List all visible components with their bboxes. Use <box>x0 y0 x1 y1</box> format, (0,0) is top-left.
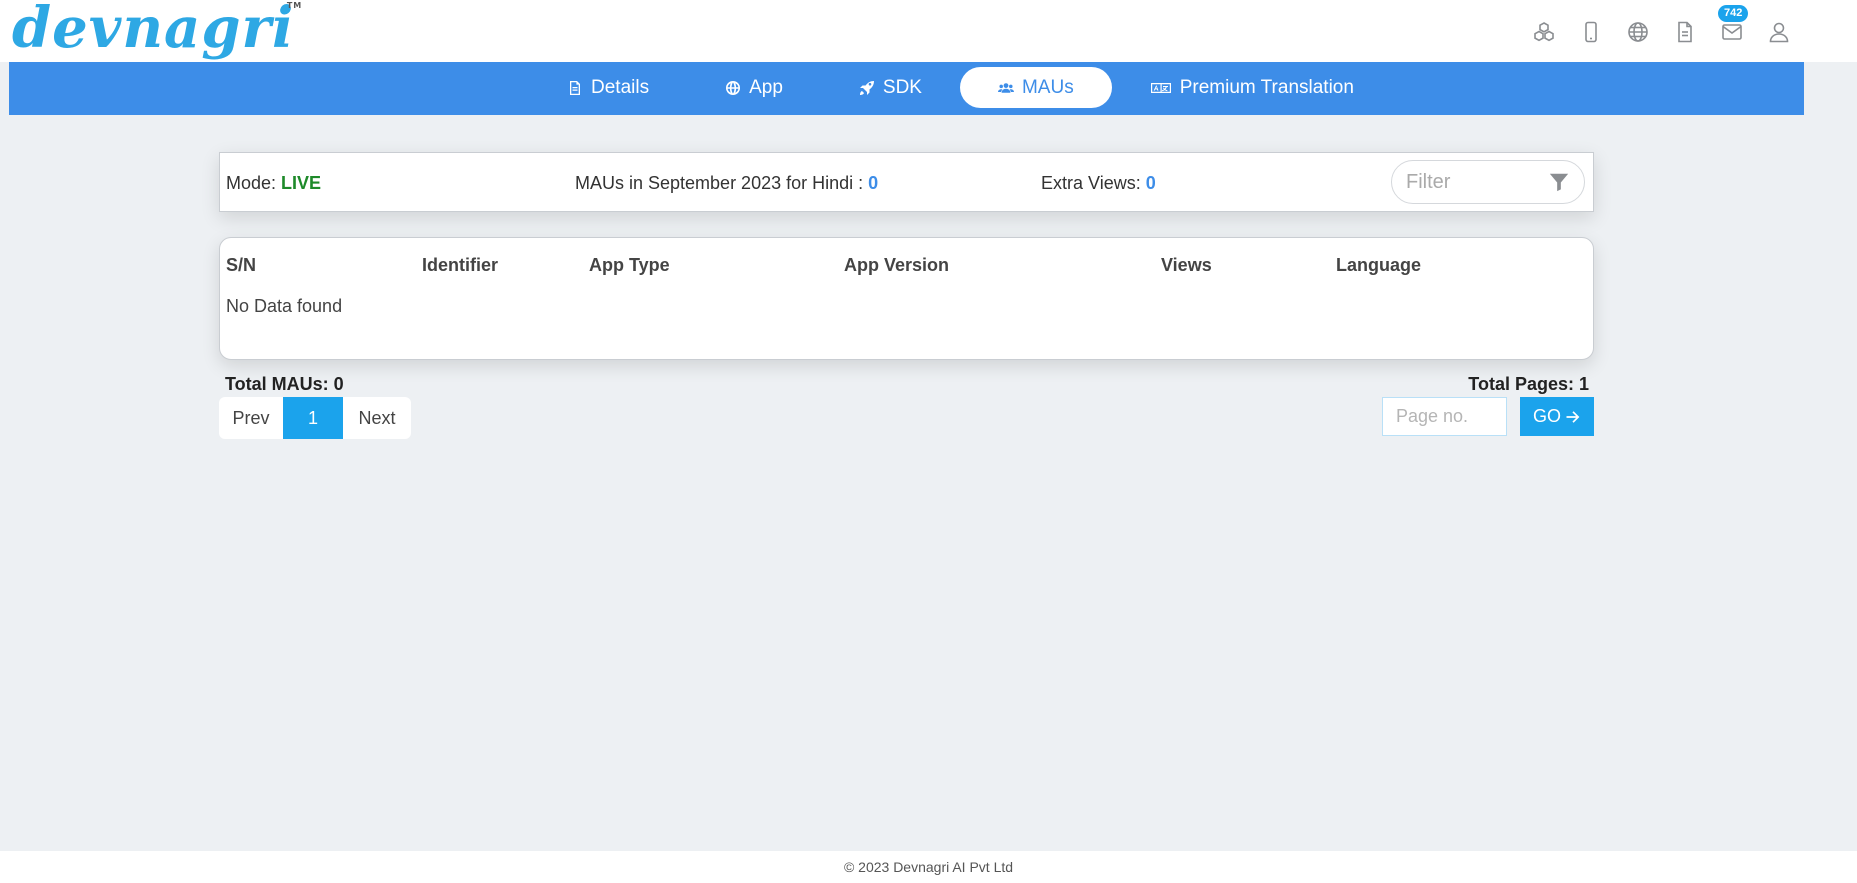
total-maus: Total MAUs: 0 <box>225 374 344 394</box>
tab-premium-translation[interactable]: Premium Translation <box>1112 67 1392 108</box>
column-header-sn[interactable]: S/N <box>226 255 256 276</box>
current-page-button[interactable]: 1 <box>283 397 343 439</box>
arrow-right-icon <box>1566 410 1580 423</box>
tab-premium-translation-label: Premium Translation <box>1179 76 1354 98</box>
maus-count: MAUs in September 2023 for Hindi : 0 <box>575 173 878 194</box>
tab-sdk-label: SDK <box>882 76 922 98</box>
nav-bar: Details App SDK MAUs Premium Translation <box>9 62 1804 115</box>
mobile-icon[interactable] <box>1577 18 1604 45</box>
logo-text: devnagri <box>12 0 295 61</box>
globe-icon[interactable] <box>1624 18 1651 45</box>
mode-value: LIVE <box>281 173 322 193</box>
next-page-button[interactable]: Next <box>343 397 411 439</box>
maus-summary-card: Mode: LIVE MAUs in September 2023 for Hi… <box>219 152 1594 212</box>
footer: © 2023 Devnagri AI Pvt Ltd <box>0 851 1857 883</box>
mode-label: Mode: <box>226 173 282 193</box>
tab-app-label: App <box>749 76 783 98</box>
maus-table: S/N Identifier App Type App Version View… <box>219 237 1594 360</box>
top-header: devnagri TM 742 <box>0 0 1857 62</box>
column-header-language[interactable]: Language <box>1336 255 1421 276</box>
maus-label: MAUs in September 2023 for Hindi : <box>575 173 869 193</box>
mode-status: Mode: LIVE <box>226 173 321 194</box>
header-icons: 742 <box>1530 5 1792 45</box>
filter-box[interactable] <box>1391 160 1585 204</box>
logo-trademark: TM <box>286 1 303 10</box>
extra-views: Extra Views: 0 <box>1041 173 1156 194</box>
extra-views-value: 0 <box>1145 173 1156 193</box>
column-header-views[interactable]: Views <box>1161 255 1212 276</box>
devnagri-logo[interactable]: devnagri TM <box>12 0 301 61</box>
tab-details-label: Details <box>591 76 650 98</box>
maus-value: 0 <box>868 173 879 193</box>
translate-icon <box>1150 82 1171 93</box>
go-label: GO <box>1532 406 1561 426</box>
rocket-icon <box>859 80 874 95</box>
tab-details[interactable]: Details <box>529 67 687 108</box>
pagination: Prev 1 Next <box>219 397 411 439</box>
mail-icon[interactable]: 742 <box>1718 5 1749 45</box>
mail-badge: 742 <box>1718 5 1749 22</box>
extra-views-label: Extra Views: <box>1041 173 1146 193</box>
file-text-icon <box>570 80 580 95</box>
filter-icon[interactable] <box>1548 171 1570 193</box>
page-number-input[interactable] <box>1382 397 1507 436</box>
tab-maus[interactable]: MAUs <box>959 67 1112 108</box>
tab-sdk[interactable]: SDK <box>821 67 960 108</box>
globe-icon <box>726 80 741 95</box>
prev-page-button[interactable]: Prev <box>219 397 283 439</box>
empty-table-message: No Data found <box>226 296 343 316</box>
nav-tabs: Details App SDK MAUs Premium Translation <box>529 67 1392 108</box>
tab-maus-label: MAUs <box>1021 76 1074 98</box>
file-icon[interactable] <box>1671 18 1698 45</box>
total-pages: Total Pages: 1 <box>1468 374 1589 394</box>
go-button[interactable]: GO <box>1520 397 1594 436</box>
column-header-identifier[interactable]: Identifier <box>422 255 498 276</box>
cubes-icon[interactable] <box>1530 18 1557 45</box>
column-header-app-version[interactable]: App Version <box>844 255 949 276</box>
tab-app[interactable]: App <box>687 67 821 108</box>
users-icon <box>997 82 1014 93</box>
footer-copyright: © 2023 Devnagri AI Pvt Ltd <box>843 859 1014 875</box>
user-icon[interactable] <box>1765 18 1792 45</box>
filter-input[interactable] <box>1406 170 1536 194</box>
column-header-app-type[interactable]: App Type <box>589 255 670 276</box>
